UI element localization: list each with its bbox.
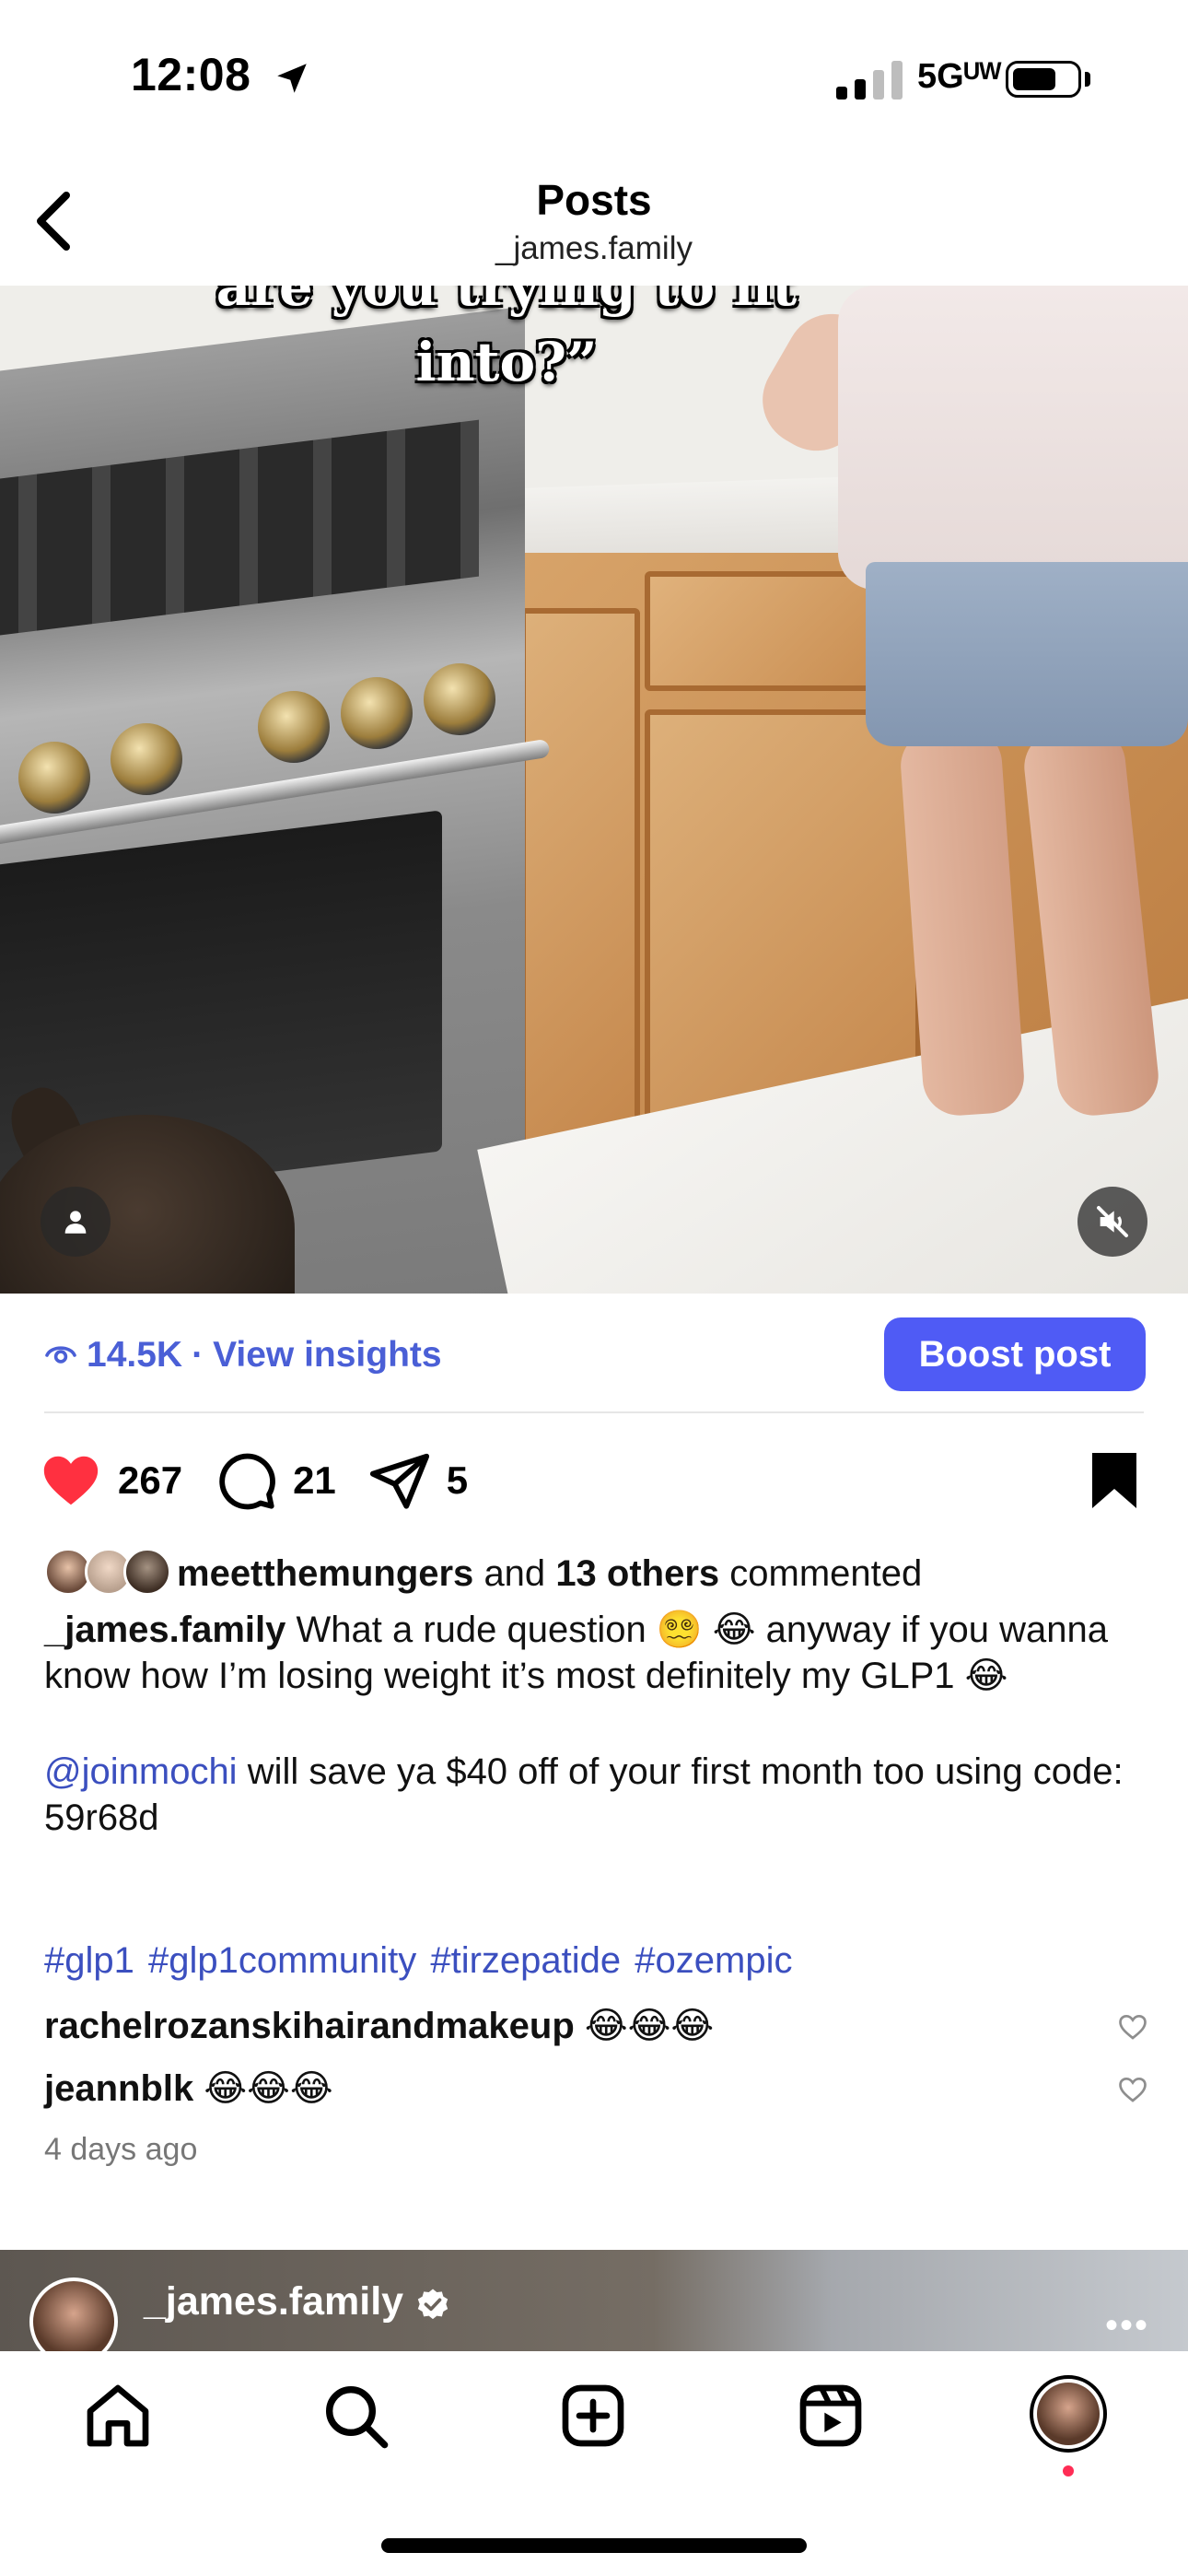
likes-count[interactable]: 267 — [118, 1458, 182, 1503]
views-separator: · — [192, 1335, 204, 1375]
video-scene-knob — [258, 691, 330, 763]
comment-action[interactable]: 21 — [214, 1448, 336, 1513]
page-title: Posts — [536, 176, 652, 224]
and-text: and — [483, 1553, 546, 1594]
comment-like-icon[interactable] — [1116, 2073, 1149, 2106]
mute-button[interactable] — [1077, 1187, 1147, 1257]
views-icon — [45, 1346, 76, 1364]
divider — [44, 1411, 1144, 1413]
comment-text: 😂😂😂 — [584, 2006, 715, 2046]
post-timestamp: 4 days ago — [44, 2132, 198, 2167]
notification-dot — [1063, 2465, 1074, 2476]
send-icon[interactable] — [367, 1448, 432, 1513]
profile-tab[interactable] — [1030, 2375, 1107, 2453]
avatar — [123, 1548, 171, 1596]
status-time: 12:08 — [131, 49, 251, 100]
views-count: 14.5K — [87, 1335, 183, 1375]
bookmark-filled-icon[interactable] — [1087, 1450, 1142, 1511]
like-action[interactable]: 267 — [39, 1448, 182, 1513]
comment-bubble-icon[interactable] — [214, 1448, 278, 1513]
video-scene-shirt — [838, 286, 1188, 590]
home-indicator — [381, 2538, 807, 2553]
cellular-signal-icon — [836, 57, 903, 100]
caption-paragraph-1: _james.family What a rude question 😵‍💫 😂… — [44, 1607, 1149, 1699]
home-icon[interactable] — [81, 2379, 155, 2453]
video-text-overlay: are you trying to fit into?” — [215, 286, 798, 393]
location-arrow-icon — [277, 64, 307, 93]
search-icon[interactable] — [319, 2379, 392, 2453]
more-options-icon[interactable]: ••• — [1105, 2305, 1149, 2347]
tagged-people-button[interactable] — [41, 1187, 111, 1257]
person-icon — [64, 1211, 87, 1234]
page-subtitle: _james.family — [495, 230, 693, 266]
next-post-username[interactable]: _james.family — [144, 2279, 403, 2324]
view-insights-link[interactable]: View insights — [213, 1335, 442, 1376]
header: Posts _james.family — [0, 138, 1188, 286]
insights-row[interactable]: 14.5K · View insights — [44, 1332, 442, 1378]
video-scene-knob — [424, 663, 495, 735]
heart-filled-icon[interactable] — [39, 1448, 103, 1513]
commenter-avatars[interactable] — [44, 1548, 173, 1599]
video-scene-knob — [111, 723, 182, 795]
comment-row[interactable]: rachelrozanskihairandmakeup 😂😂😂 — [44, 2005, 714, 2047]
video-scene-knob — [341, 677, 413, 749]
battery-cap — [1085, 72, 1090, 87]
shares-count[interactable]: 5 — [447, 1458, 468, 1503]
comment-row[interactable]: jeannblk 😂😂😂 — [44, 2067, 333, 2110]
comment-text: 😂😂😂 — [204, 2068, 333, 2109]
comments-count[interactable]: 21 — [293, 1458, 336, 1503]
comment-username[interactable]: jeannblk — [44, 2068, 193, 2109]
others-count[interactable]: 13 others — [555, 1553, 719, 1594]
reels-icon[interactable] — [794, 2379, 868, 2453]
battery-icon — [1006, 61, 1081, 98]
commented-text: commented — [729, 1553, 923, 1594]
hashtags[interactable]: #glp1 #glp1community #tirzepatide #ozemp… — [44, 1940, 792, 1982]
speaker-muted-icon — [1097, 1206, 1128, 1237]
caption-paragraph-2: @joinmochi will save ya $40 off of your … — [44, 1749, 1149, 1841]
network-label: 5Gᵁᵂ — [917, 57, 1002, 96]
caption-username[interactable]: _james.family — [44, 1610, 285, 1650]
comments-summary[interactable]: meetthemungers and 13 others commented — [177, 1553, 922, 1595]
commenter-username[interactable]: meetthemungers — [177, 1553, 473, 1594]
video-scene-knob — [18, 742, 90, 814]
video-scene-door — [520, 608, 640, 1198]
mention-link[interactable]: @joinmochi — [44, 1751, 238, 1792]
post-actions: 267 21 5 — [39, 1448, 499, 1513]
comment-username[interactable]: rachelrozanskihairandmakeup — [44, 2006, 575, 2046]
post-caption: _james.family What a rude question 😵‍💫 😂… — [44, 1607, 1149, 1841]
avatar[interactable] — [29, 2277, 118, 2351]
share-action[interactable]: 5 — [367, 1448, 468, 1513]
create-icon[interactable] — [556, 2379, 630, 2453]
video-scene-shorts — [866, 562, 1188, 746]
avatar — [1037, 2383, 1100, 2445]
next-post-header[interactable]: _james.family ••• — [0, 2250, 1188, 2351]
comment-like-icon[interactable] — [1116, 2010, 1149, 2043]
boost-post-button[interactable]: Boost post — [884, 1317, 1146, 1391]
post-video[interactable]: are you trying to fit into?” — [0, 286, 1188, 1294]
verified-badge-icon — [417, 2289, 448, 2320]
status-bar: 12:08 5Gᵁᵂ — [0, 0, 1188, 138]
